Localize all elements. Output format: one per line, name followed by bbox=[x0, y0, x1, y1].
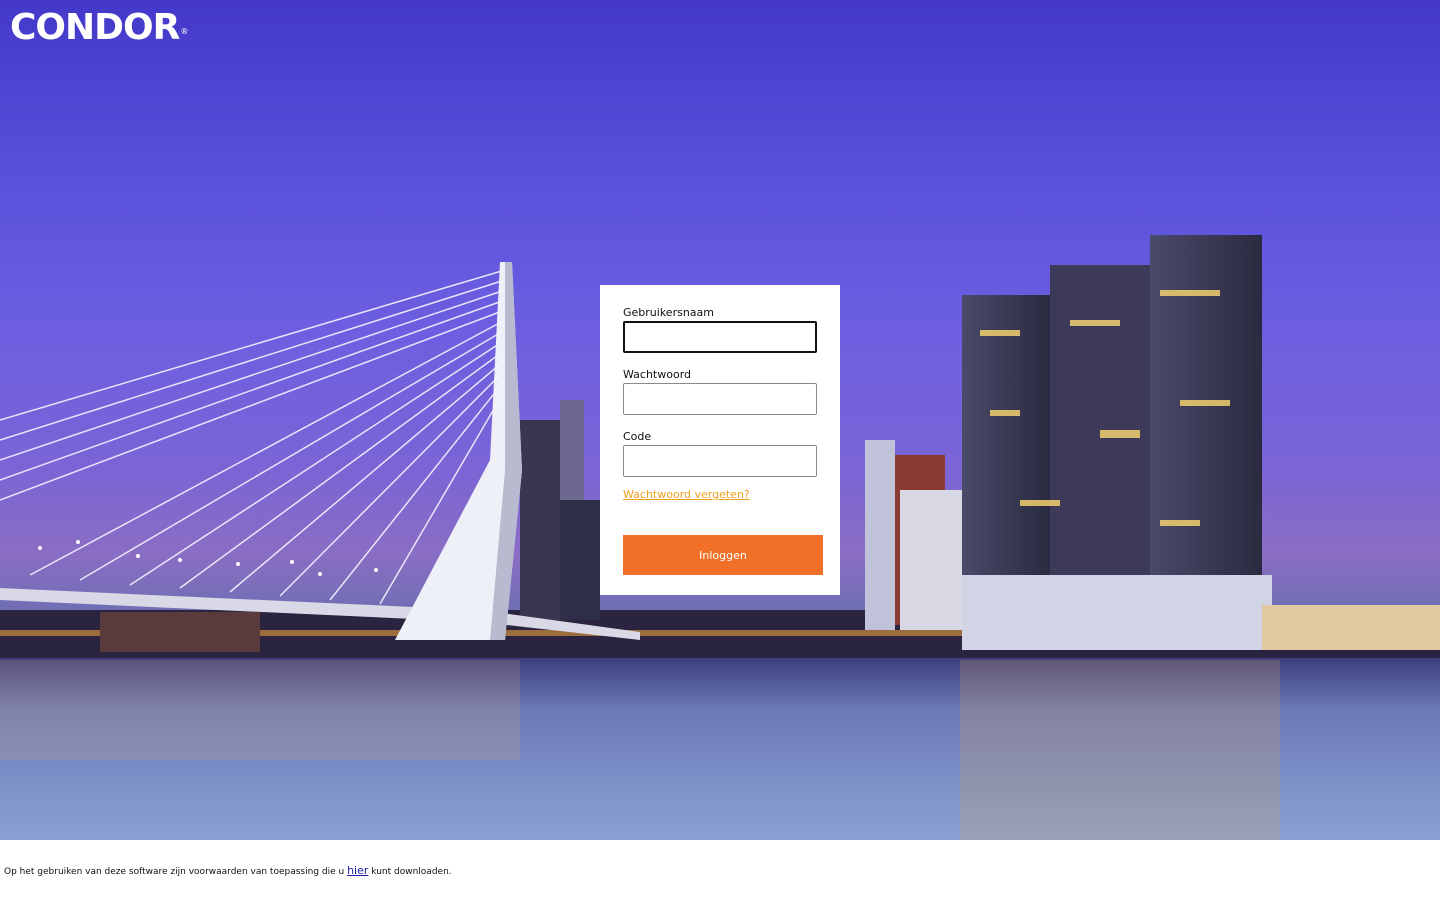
password-label: Wachtwoord bbox=[623, 368, 692, 381]
username-input[interactable] bbox=[623, 321, 817, 353]
logo-text: CONDOR bbox=[10, 7, 180, 48]
login-form: Gebruikersnaam Wachtwoord Code Wachtwoor… bbox=[600, 285, 840, 595]
footer-text-before: Op het gebruiken van deze software zijn … bbox=[4, 867, 345, 877]
password-input[interactable] bbox=[623, 383, 817, 415]
registered-mark: ® bbox=[180, 27, 188, 36]
username-label: Gebruikersnaam bbox=[623, 306, 714, 319]
code-label: Code bbox=[623, 430, 652, 443]
terms-download-link[interactable]: hier bbox=[347, 864, 368, 877]
forgot-password-link[interactable]: Wachtwoord vergeten? bbox=[623, 488, 750, 501]
terms-footer: Op het gebruiken van deze software zijn … bbox=[4, 864, 452, 877]
login-button[interactable]: Inloggen bbox=[623, 535, 823, 575]
code-input[interactable] bbox=[623, 445, 817, 477]
condor-logo: CONDOR® bbox=[10, 7, 188, 48]
footer-text-after: kunt downloaden. bbox=[371, 867, 452, 877]
